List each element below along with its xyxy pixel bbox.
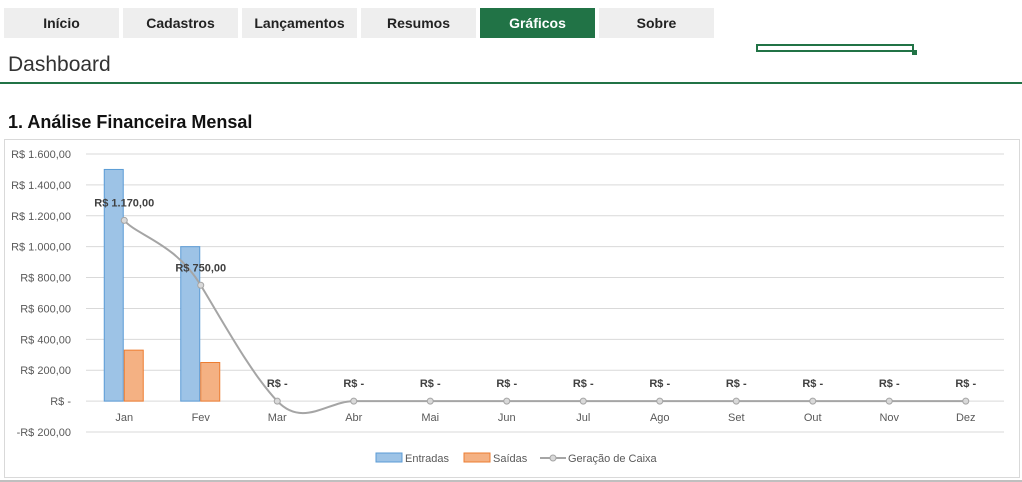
x-tick-label: Set (728, 412, 745, 424)
line-point (426, 397, 434, 405)
legend-entradas-label: Entradas (405, 453, 450, 465)
data-label: R$ - (802, 378, 823, 390)
x-tick-label: Out (804, 412, 822, 424)
chart-frame: R$ 1.600,00 R$ 1.400,00 R$ 1.200,00 R$ 1.00… (4, 139, 1020, 478)
data-label: R$ - (496, 378, 517, 390)
x-tick-label: Nov (879, 412, 899, 424)
financial-chart: R$ 1.600,00 R$ 1.400,00 R$ 1.200,00 R$ 1.00… (11, 149, 1004, 465)
tab-lancamentos[interactable]: Lançamentos (242, 8, 357, 38)
data-label: R$ - (649, 378, 670, 390)
x-tick-label: Dez (956, 412, 976, 424)
line-point (656, 397, 664, 405)
legend-saidas-label: Saídas (493, 453, 528, 465)
bar-saidas (123, 349, 144, 402)
y-tick-label: R$ 1.400,00 (11, 180, 71, 192)
y-tick-label: R$ 800,00 (20, 273, 71, 285)
legend-entradas-swatch (375, 452, 403, 463)
page-title: Dashboard (8, 53, 111, 76)
y-tick-label: R$ 1.000,00 (11, 242, 71, 254)
y-tick-label: R$ 1.200,00 (11, 211, 71, 223)
legend-saidas-swatch (463, 452, 491, 463)
y-tick-label: R$ - (50, 396, 71, 408)
y-tick-label: -R$ 200,00 (17, 427, 71, 439)
x-tick-label: Jan (115, 412, 133, 424)
data-label: R$ - (955, 378, 976, 390)
bar-saidas (200, 362, 221, 402)
y-tick-label: R$ 600,00 (20, 303, 71, 315)
data-label: R$ - (420, 378, 441, 390)
x-tick-label: Ago (650, 412, 670, 424)
section-title: 1. Análise Financeira Mensal (8, 112, 253, 132)
x-tick-label: Abr (345, 412, 362, 424)
data-label: R$ - (343, 378, 364, 390)
legend-geracao-de-caixa-marker (549, 454, 557, 462)
tab-inicio[interactable]: Início (4, 8, 119, 38)
data-label: R$ - (726, 378, 747, 390)
tab-resumos[interactable]: Resumos (361, 8, 476, 38)
tab-cadastros[interactable]: Cadastros (123, 8, 238, 38)
line-point (120, 216, 128, 224)
x-tick-label: Jul (576, 412, 590, 424)
tab-sobre[interactable]: Sobre (599, 8, 714, 38)
data-label: R$ - (573, 378, 594, 390)
line-point (273, 397, 281, 405)
x-tick-label: Mar (268, 412, 287, 424)
line-point (885, 397, 893, 405)
line-point (350, 397, 358, 405)
y-tick-label: R$ 400,00 (20, 334, 71, 346)
data-label: R$ - (267, 378, 288, 390)
line-point (962, 397, 970, 405)
line-point (809, 397, 817, 405)
line-geracao-de-caixa (123, 219, 966, 415)
line-point (197, 281, 205, 289)
data-label: R$ - (879, 378, 900, 390)
line-point (503, 397, 511, 405)
data-label: R$ 1.170,00 (94, 197, 154, 209)
name-box[interactable] (756, 44, 917, 55)
x-tick-label: Jun (498, 412, 516, 424)
legend-geracao-de-caixa-label: Geração de Caixa (568, 453, 658, 465)
title-divider (0, 82, 1022, 84)
line-point (579, 397, 587, 405)
x-tick-label: Mai (421, 412, 439, 424)
tab-graficos[interactable]: Gráficos (480, 8, 595, 38)
data-label: R$ 750,00 (175, 262, 226, 274)
line-point (732, 397, 740, 405)
y-tick-label: R$ 200,00 (20, 365, 71, 377)
x-tick-label: Fev (192, 412, 211, 424)
y-tick-label: R$ 1.600,00 (11, 149, 71, 161)
